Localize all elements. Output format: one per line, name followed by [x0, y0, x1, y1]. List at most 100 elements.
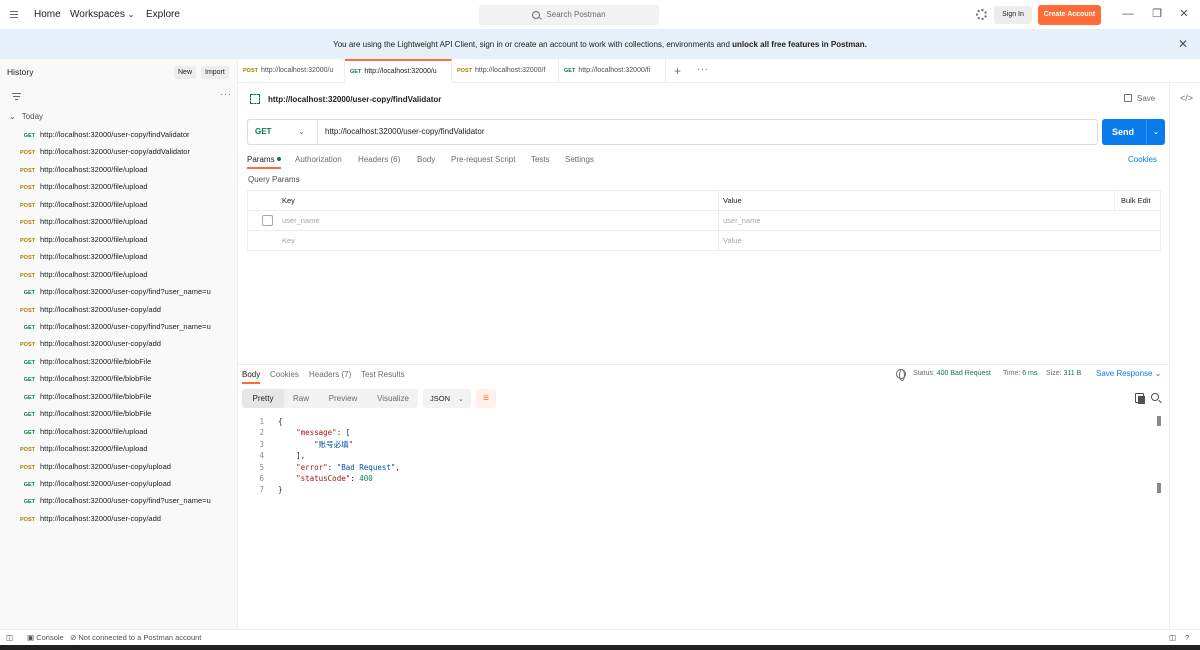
- history-item-method: GET: [23, 377, 35, 384]
- nav-home[interactable]: Home: [34, 9, 61, 20]
- import-button[interactable]: Import: [201, 66, 229, 79]
- history-item[interactable]: GET http://localhost:32000/user-copy/find…: [0, 318, 236, 335]
- send-button[interactable]: Send ⌄: [1102, 119, 1165, 145]
- tab-label: http://localhost:32000/f: [474, 67, 546, 74]
- format-preview[interactable]: Preview: [318, 389, 368, 408]
- new-key-input[interactable]: Key: [282, 231, 295, 251]
- format-raw[interactable]: Raw: [284, 389, 318, 408]
- close-window-icon[interactable]: ✕: [1178, 8, 1190, 20]
- globe-icon[interactable]: [896, 369, 906, 381]
- search-bar[interactable]: Search Postman: [479, 5, 659, 25]
- response-body-editor[interactable]: 1{ 2 "message": [ 3 "账号必填" 4 ], 5 "error…: [242, 416, 1164, 628]
- history-item[interactable]: GET http://localhost:32000/file/blobFile: [0, 370, 236, 387]
- history-item[interactable]: GET http://localhost:32000/user-copy/find…: [0, 492, 236, 509]
- tab-params[interactable]: Params: [247, 155, 281, 164]
- menu-icon[interactable]: [10, 11, 18, 18]
- new-value-input[interactable]: Value: [723, 231, 742, 251]
- language-select[interactable]: JSON ⌄: [423, 389, 471, 408]
- line-number: 4: [259, 451, 264, 461]
- history-item[interactable]: GET http://localhost:32000/file/blobFile: [0, 353, 236, 370]
- request-tab-active[interactable]: GET http://localhost:32000/u: [345, 59, 452, 83]
- history-item[interactable]: POST http://localhost:32000/user-copy/add: [0, 335, 236, 352]
- close-icon[interactable]: ✕: [1178, 38, 1188, 50]
- history-item[interactable]: POST http://localhost:32000/file/upload: [0, 213, 236, 230]
- response-tab-headers[interactable]: Headers (7): [309, 370, 351, 379]
- history-item[interactable]: POST http://localhost:32000/file/upload: [0, 196, 236, 213]
- history-item[interactable]: GET http://localhost:32000/user-copy/uplo…: [0, 475, 236, 492]
- tab-authorization[interactable]: Authorization: [295, 155, 342, 164]
- history-item[interactable]: GET http://localhost:32000/user-copy/find…: [0, 126, 236, 143]
- save-button[interactable]: Save: [1124, 94, 1155, 103]
- filter-icon[interactable]: [12, 93, 21, 100]
- copy-icon[interactable]: [1135, 393, 1145, 404]
- response-size[interactable]: Size: 311 B: [1046, 370, 1081, 377]
- restore-icon[interactable]: ❐: [1151, 8, 1163, 20]
- nav-explore[interactable]: Explore: [146, 9, 180, 20]
- history-item[interactable]: POST http://localhost:32000/file/upload: [0, 266, 236, 283]
- request-tab[interactable]: POST http://localhost:32000/f: [452, 59, 559, 83]
- history-item[interactable]: POST http://localhost:32000/user-copy/add…: [0, 143, 236, 160]
- save-icon: [1124, 94, 1132, 102]
- tab-settings[interactable]: Settings: [565, 155, 594, 164]
- format-pretty[interactable]: Pretty: [242, 389, 284, 408]
- response-tab-body[interactable]: Body: [242, 370, 260, 379]
- toggle-sidebar-icon[interactable]: ◫: [6, 630, 13, 646]
- code-token: : [: [336, 428, 351, 438]
- method-select[interactable]: GET ⌄: [248, 120, 318, 144]
- sign-in-button[interactable]: Sign In: [994, 6, 1032, 24]
- tab-more-icon[interactable]: ···: [697, 64, 709, 75]
- more-options-icon[interactable]: ···: [220, 89, 232, 100]
- param-key-input[interactable]: user_name: [282, 211, 320, 231]
- param-checkbox[interactable]: [262, 215, 273, 226]
- minimize-icon[interactable]: —: [1122, 8, 1134, 20]
- history-item[interactable]: POST http://localhost:32000/file/upload: [0, 231, 236, 248]
- param-value-input[interactable]: user_name: [723, 211, 761, 231]
- history-item-url: http://localhost:32000/file/upload: [40, 252, 148, 262]
- history-item[interactable]: POST http://localhost:32000/user-copy/upl…: [0, 458, 236, 475]
- tab-body[interactable]: Body: [417, 155, 435, 164]
- history-item[interactable]: POST http://localhost:32000/user-copy/add: [0, 510, 236, 527]
- history-item[interactable]: POST http://localhost:32000/user-copy/add: [0, 301, 236, 318]
- request-title[interactable]: http://localhost:32000/user-copy/findVal…: [268, 95, 441, 104]
- request-tab[interactable]: POST http://localhost:32000/u: [238, 59, 345, 83]
- wrap-lines-icon[interactable]: ≡: [476, 389, 496, 408]
- search-icon[interactable]: [1151, 393, 1159, 401]
- save-response-button[interactable]: Save Response ⌄: [1096, 369, 1161, 378]
- console-button[interactable]: ▣ Console: [27, 630, 64, 646]
- tab-tests[interactable]: Tests: [531, 155, 550, 164]
- url-input[interactable]: http://localhost:32000/user-copy/findVal…: [325, 120, 485, 144]
- new-button[interactable]: New: [174, 66, 197, 79]
- response-tab-cookies[interactable]: Cookies: [270, 370, 299, 379]
- history-item[interactable]: POST http://localhost:32000/file/upload: [0, 178, 236, 195]
- editor-scrollbar[interactable]: [1157, 416, 1161, 426]
- history-item[interactable]: GET http://localhost:32000/file/blobFile: [0, 388, 236, 405]
- history-item-url: http://localhost:32000/user-copy/find?us…: [40, 287, 211, 297]
- history-group-today[interactable]: ⌄ Today: [9, 112, 43, 121]
- editor-scrollbar[interactable]: [1157, 483, 1161, 493]
- history-item[interactable]: POST http://localhost:32000/file/upload: [0, 161, 236, 178]
- nav-workspaces[interactable]: Workspaces ⌄: [70, 9, 134, 20]
- history-item[interactable]: GET http://localhost:32000/user-copy/find…: [0, 283, 236, 300]
- help-icon[interactable]: ?: [1185, 630, 1189, 646]
- connection-status[interactable]: ⊘ Not connected to a Postman account: [70, 630, 201, 646]
- history-item[interactable]: POST http://localhost:32000/file/upload: [0, 440, 236, 457]
- cookies-link[interactable]: Cookies: [1128, 155, 1157, 164]
- tab-headers[interactable]: Headers (6): [358, 155, 400, 164]
- format-visualize[interactable]: Visualize: [368, 389, 418, 408]
- response-status[interactable]: Status: 400 Bad Request: [913, 370, 991, 377]
- response-tab-test-results[interactable]: Test Results: [361, 370, 405, 379]
- history-item[interactable]: POST http://localhost:32000/file/upload: [0, 248, 236, 265]
- request-tab[interactable]: GET http://localhost:32000/fi: [559, 59, 666, 83]
- add-tab-icon[interactable]: +: [674, 64, 681, 78]
- response-time[interactable]: Time: 6 ms: [1003, 370, 1037, 377]
- response-divider[interactable]: [238, 364, 1169, 365]
- history-item[interactable]: GET http://localhost:32000/file/upload: [0, 423, 236, 440]
- tab-prerequest-script[interactable]: Pre-request Script: [451, 155, 515, 164]
- code-icon[interactable]: </>: [1180, 93, 1193, 103]
- history-item[interactable]: GET http://localhost:32000/file/blobFile: [0, 405, 236, 422]
- bulk-edit-button[interactable]: Bulk Edit: [1121, 191, 1151, 211]
- send-options-chevron-icon[interactable]: ⌄: [1146, 119, 1165, 145]
- create-account-button[interactable]: Create Account: [1038, 5, 1101, 25]
- settings-gear-icon[interactable]: [976, 9, 987, 20]
- layout-icon[interactable]: ◫: [1169, 630, 1176, 646]
